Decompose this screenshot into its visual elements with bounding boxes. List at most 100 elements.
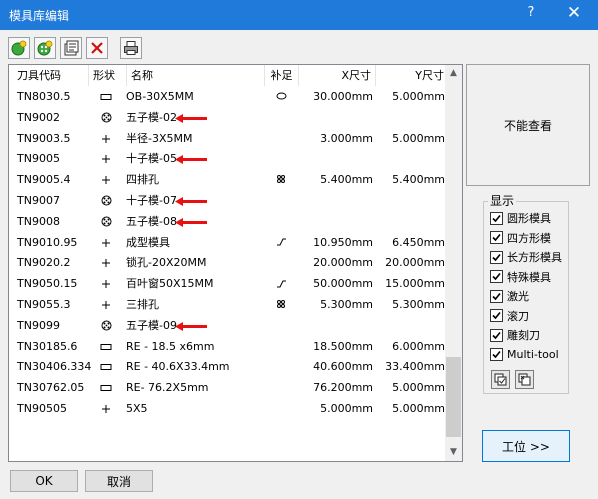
table-row[interactable]: TN8030.5 OB-30X5MM 30.000mm 5.000mm <box>9 87 449 108</box>
preview-text: 不能查看 <box>503 118 552 133</box>
scroll-thumb[interactable] <box>446 357 461 437</box>
checkbox-box[interactable] <box>490 231 503 244</box>
print-button[interactable] <box>120 37 142 59</box>
vertical-scrollbar[interactable]: ▲ ▼ <box>445 65 462 461</box>
display-option-checkbox[interactable]: 激光 <box>490 288 529 304</box>
table-row[interactable]: TN9008 五子模-08 <box>9 212 449 233</box>
checkbox-box[interactable] <box>490 270 503 283</box>
checkbox-label: 特殊模具 <box>507 270 551 284</box>
select-all-icon <box>494 373 507 386</box>
checkbox-box[interactable] <box>490 250 503 264</box>
row-shape-five-circle-icon <box>91 212 121 233</box>
row-code: TN9020.2 <box>17 256 71 270</box>
display-option-checkbox[interactable]: 特殊模具 <box>490 269 551 285</box>
row-compensation-four-dots-icon <box>264 170 298 191</box>
edit-properties-icon <box>64 40 79 56</box>
delete-button[interactable] <box>86 37 108 59</box>
tool-list[interactable]: 刀具代码 形状 名称 补足 X尺寸 Y尺寸 TN8030.5 OB-30X5MM 3… <box>8 64 463 462</box>
row-x-size: 20.000mm <box>313 256 373 270</box>
invert-selection-button[interactable] <box>515 370 534 389</box>
header-y-size[interactable]: Y尺寸 <box>376 65 449 86</box>
table-row[interactable]: TN9003.5 半径-3X5MM 3.000mm 5.000mm <box>9 129 449 150</box>
row-compensation <box>264 357 298 378</box>
row-x-size: 50.000mm <box>313 277 373 291</box>
cancel-button[interactable]: 取消 <box>85 470 153 492</box>
add-multi-tool-icon <box>37 40 53 56</box>
checkbox-box[interactable] <box>490 328 503 342</box>
row-name: 5X5 <box>126 401 148 415</box>
display-option-checkbox[interactable]: 雕刻刀 <box>490 327 540 343</box>
table-row[interactable]: TN9002 五子模-02 <box>9 108 449 129</box>
row-y-size: 6.000mm <box>392 339 445 353</box>
row-compensation <box>264 337 298 358</box>
row-y-size <box>375 149 445 170</box>
row-name: RE - 18.5 x6mm <box>126 339 215 353</box>
row-name: 成型模具 <box>126 235 170 249</box>
list-rows: TN8030.5 OB-30X5MM 30.000mm 5.000mm TN9002 五子… <box>9 87 449 420</box>
table-row[interactable]: TN9055.3 三排孔 5.300mm 5.300mm <box>9 295 449 316</box>
display-option-checkbox[interactable]: 圆形模具 <box>490 210 551 226</box>
row-x-size: 5.400mm <box>320 173 373 187</box>
row-code: TN9050.15 <box>17 277 78 291</box>
display-option-checkbox[interactable]: Multi-tool <box>490 347 559 363</box>
display-option-checkbox[interactable]: 四方形模 <box>490 230 551 246</box>
station-button[interactable]: 工位 >> <box>482 430 570 462</box>
row-compensation <box>264 378 298 399</box>
row-code: TN9007 <box>17 193 60 207</box>
table-row[interactable]: TN9099 五子模-09 <box>9 316 449 337</box>
display-option-checkbox[interactable]: 长方形模具 <box>490 249 562 265</box>
row-y-size <box>375 212 445 233</box>
row-x-size: 76.200mm <box>313 381 373 395</box>
invert-selection-icon <box>518 373 531 386</box>
table-row[interactable]: TN30762.05 RE- 76.2X5mm 76.200mm 5.000mm <box>9 378 449 399</box>
table-row[interactable]: TN9010.95 成型模具 10.950mm 6.450mm <box>9 233 449 254</box>
checkbox-box[interactable] <box>490 289 503 303</box>
help-button[interactable]: ? <box>516 5 546 25</box>
display-option-checkbox[interactable]: 滚刀 <box>490 308 529 324</box>
row-compensation-ellipse-icon <box>264 87 298 108</box>
add-multi-tool-button[interactable] <box>34 37 56 59</box>
row-x-size <box>307 149 373 170</box>
row-name: 三排孔 <box>126 297 159 311</box>
table-row[interactable]: TN9020.2 锁孔-20X20MM 20.000mm 20.000mm <box>9 253 449 274</box>
row-y-size: 20.000mm <box>385 256 445 270</box>
header-x-size[interactable]: X尺寸 <box>299 65 376 86</box>
header-code[interactable]: 刀具代码 <box>9 65 89 86</box>
print-icon <box>124 41 138 55</box>
checkbox-box[interactable] <box>490 348 503 361</box>
table-row[interactable]: TN9005.4 四排孔 5.400mm 5.400mm <box>9 170 449 191</box>
header-name[interactable]: 名称 <box>127 65 265 86</box>
table-row[interactable]: TN30406.334 RE - 40.6X33.4mm 40.600mm 33.40… <box>9 357 449 378</box>
select-all-button[interactable] <box>491 370 510 389</box>
row-compensation-form-icon <box>264 274 298 295</box>
row-shape-five-circle-icon <box>91 108 121 129</box>
scroll-up-icon[interactable]: ▲ <box>445 65 462 82</box>
close-button[interactable]: ✕ <box>558 3 590 25</box>
header-compensation[interactable]: 补足 <box>265 65 299 86</box>
checkbox-box[interactable] <box>490 309 503 322</box>
table-row[interactable]: TN9005 十子模-05 <box>9 149 449 170</box>
ok-button[interactable]: OK <box>10 470 78 492</box>
row-shape-rectangle-icon <box>91 378 121 399</box>
row-y-size: 5.400mm <box>392 173 445 187</box>
row-name: OB-30X5MM <box>126 90 194 103</box>
header-shape[interactable]: 形状 <box>89 65 127 86</box>
table-row[interactable]: TN90505 5X5 5.000mm 5.000mm <box>9 399 449 420</box>
row-compensation <box>264 108 298 129</box>
edit-properties-button[interactable] <box>60 37 82 59</box>
row-name: 四排孔 <box>126 173 159 187</box>
row-x-size: 18.500mm <box>313 339 373 353</box>
row-x-size: 30.000mm <box>313 90 373 103</box>
checkbox-box[interactable] <box>490 211 503 225</box>
scroll-down-icon[interactable]: ▼ <box>445 444 462 461</box>
checkbox-label: 长方形模具 <box>507 251 562 264</box>
checkbox-label: 雕刻刀 <box>507 329 540 342</box>
red-arrow-icon <box>174 217 208 231</box>
table-row[interactable]: TN30185.6 RE - 18.5 x6mm 18.500mm 6.000mm <box>9 337 449 358</box>
row-y-size <box>375 191 445 212</box>
row-shape-cross-icon <box>91 149 121 170</box>
table-row[interactable]: TN9007 十子模-07 <box>9 191 449 212</box>
table-row[interactable]: TN9050.15 百叶窗50X15MM 50.000mm 15.000mm <box>9 274 449 295</box>
row-code: TN9005 <box>17 152 60 166</box>
add-tool-button[interactable] <box>8 37 30 59</box>
